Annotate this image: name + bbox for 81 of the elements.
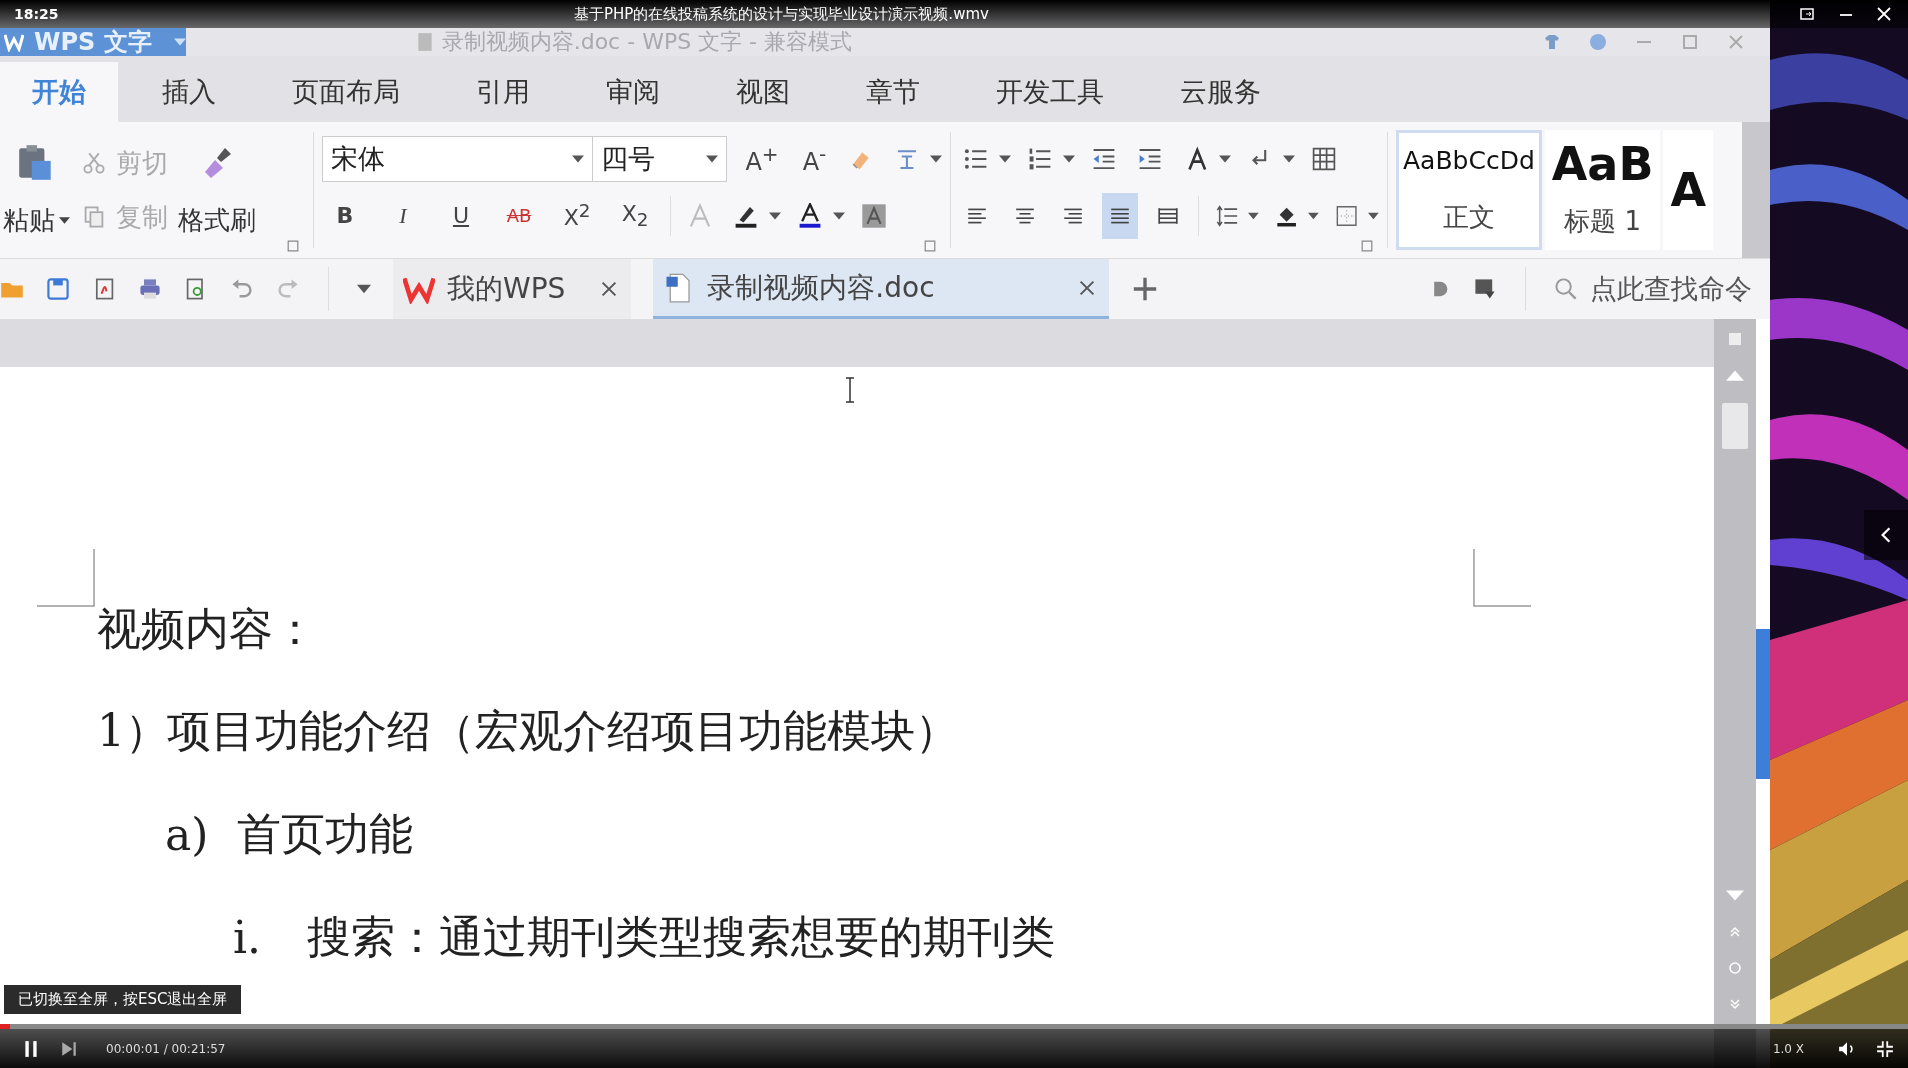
dropdown-icon[interactable] <box>571 154 584 163</box>
font-size-field[interactable]: 四号 <box>591 135 728 182</box>
chevron-left-icon <box>1880 526 1892 544</box>
close-icon[interactable] <box>1876 6 1892 22</box>
next-icon[interactable] <box>60 1040 78 1058</box>
dropdown-icon[interactable] <box>706 154 719 163</box>
format-button[interactable]: B <box>322 203 368 228</box>
format-button[interactable]: X$^{2}$ <box>554 200 600 231</box>
ribbon-tab[interactable]: 视图 <box>704 62 822 122</box>
font-size-step-button[interactable]: A$^{+}$ <box>739 141 785 176</box>
list-item-text: 项目功能介绍（宏观介绍项目功能模块） <box>167 704 959 758</box>
scissors-icon <box>82 151 106 175</box>
ribbon-tab[interactable]: 章节 <box>834 62 952 122</box>
format-button[interactable]: I <box>380 202 426 229</box>
dropdown-icon[interactable] <box>357 284 371 294</box>
save-icon[interactable] <box>46 277 70 301</box>
dropdown-icon[interactable] <box>833 211 845 220</box>
dialog-launcher-icon[interactable] <box>924 240 936 252</box>
exit-fullscreen-icon[interactable] <box>1876 1040 1894 1058</box>
dropdown-icon[interactable] <box>769 211 781 220</box>
pause-icon[interactable] <box>22 1040 40 1058</box>
list-marker: 1） <box>97 704 167 758</box>
margin-corner-mark <box>1473 549 1531 607</box>
list-marker: i. <box>233 912 263 963</box>
restore-window-icon[interactable] <box>1800 6 1816 22</box>
caret-icon[interactable] <box>58 217 70 225</box>
window-title: 录制视频内容.doc - WPS 文字 - 兼容模式 <box>441 28 853 56</box>
print-icon[interactable] <box>138 277 162 301</box>
playback-time: 00:00:01 / 00:21:57 <box>106 1042 226 1056</box>
dialog-launcher-icon[interactable] <box>1361 240 1373 252</box>
justify-icon[interactable] <box>1102 192 1139 239</box>
dropdown-icon[interactable] <box>1248 211 1259 220</box>
copy-icon <box>82 205 106 229</box>
ribbon-tab[interactable]: 审阅 <box>574 62 692 122</box>
dropdown-icon[interactable] <box>1219 154 1231 163</box>
video-title: 基于PHP的在线投稿系统的设计与实现毕业设计演示视频.wmv <box>574 4 989 24</box>
collapse-panel-button[interactable] <box>1864 510 1908 560</box>
document-tab[interactable]: 我的WPS <box>393 259 632 319</box>
list-marker: a) <box>165 809 210 860</box>
style-preset[interactable]: AaBbCcDd 正文 <box>1396 130 1542 250</box>
search-icon <box>1554 277 1578 301</box>
ribbon-tab[interactable]: 开始 <box>0 62 118 122</box>
fullscreen-toast: 已切换至全屏，按ESC退出全屏 <box>4 985 242 1014</box>
format-button[interactable]: AB <box>496 205 542 226</box>
font-name-field[interactable]: 宋体 <box>322 135 593 182</box>
ribbon-tab[interactable]: 页面布局 <box>260 62 432 122</box>
list-item-text: 搜索：通过期刊类型搜索想要的期刊类 <box>307 910 1055 964</box>
text-cursor-icon <box>845 377 855 403</box>
document-heading: 视频内容： <box>97 602 317 656</box>
command-search-field[interactable]: 点此查找命令 <box>1554 271 1770 307</box>
paste-button[interactable]: 粘贴 <box>0 122 72 258</box>
ribbon-tab[interactable]: 开发工具 <box>964 62 1136 122</box>
speed-button[interactable]: 1.0 X <box>1772 1042 1804 1056</box>
format-button[interactable]: X$_{2}$ <box>612 200 658 231</box>
dropdown-icon[interactable] <box>1283 154 1295 163</box>
format-button[interactable]: U <box>438 203 484 228</box>
progress-track[interactable] <box>0 1024 1908 1029</box>
dropdown-icon[interactable] <box>999 154 1011 163</box>
dropdown-icon[interactable] <box>1063 154 1075 163</box>
dropdown-icon[interactable] <box>930 154 942 163</box>
side-panel-toggle[interactable] <box>1756 629 1770 779</box>
ribbon-tab[interactable]: 云服务 <box>1148 62 1293 122</box>
dropdown-icon[interactable] <box>1368 211 1380 220</box>
clock: 18:25 <box>13 6 60 22</box>
document-tab[interactable]: 录制视频内容.doc <box>653 259 1110 319</box>
comment-icon[interactable] <box>1473 277 1497 301</box>
scroll-thumb[interactable] <box>1722 403 1748 449</box>
style-preset[interactable]: A <box>1663 130 1714 250</box>
gallery-scroll-bar[interactable] <box>1742 122 1770 258</box>
style-preset[interactable]: AaB 标题 1 <box>1544 130 1661 250</box>
list-item-text: 首页功能 <box>237 807 413 861</box>
document-icon <box>415 32 434 52</box>
wps-logo-icon <box>4 32 24 52</box>
ribbon-tab[interactable]: 引用 <box>444 62 562 122</box>
ribbon-tab[interactable]: 插入 <box>130 62 248 122</box>
dialog-launcher-icon[interactable] <box>287 240 299 252</box>
volume-icon[interactable] <box>1838 1040 1856 1058</box>
margin-corner-mark <box>37 549 95 607</box>
font-size-step-button[interactable]: A$^{-}$ <box>796 141 833 176</box>
format-painter-button[interactable]: 格式刷 <box>178 202 256 238</box>
dropdown-icon[interactable] <box>1308 211 1319 220</box>
